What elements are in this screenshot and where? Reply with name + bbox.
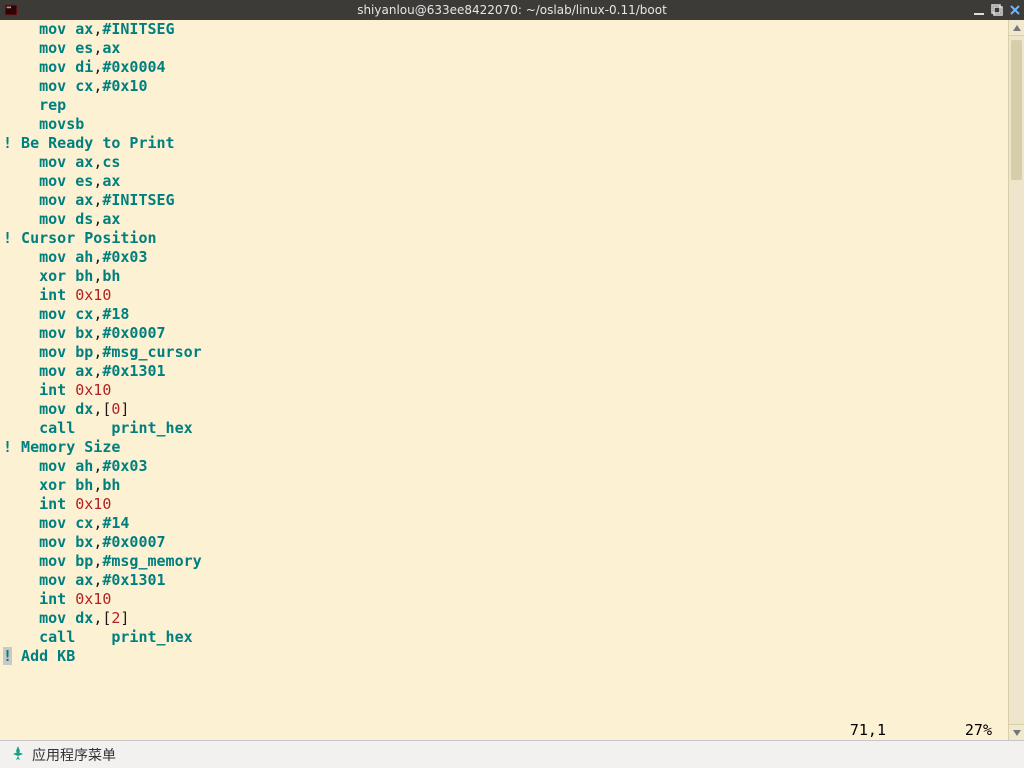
scrollbar-thumb[interactable]	[1011, 40, 1022, 180]
vim-status-line: 71,1 27%	[0, 721, 1006, 740]
code-line: mov ax,#0x1301	[0, 571, 1008, 590]
code-line: mov es,ax	[0, 172, 1008, 191]
code-line: int 0x10	[0, 495, 1008, 514]
terminal-app-icon	[2, 1, 20, 19]
code-line: mov ds,ax	[0, 210, 1008, 229]
window-close-button[interactable]	[1008, 3, 1022, 17]
scroll-percent: 27%	[965, 721, 992, 739]
code-line: mov ax,#INITSEG	[0, 20, 1008, 39]
code-line: int 0x10	[0, 381, 1008, 400]
code-line: mov ah,#0x03	[0, 248, 1008, 267]
code-line: mov cx,#0x10	[0, 77, 1008, 96]
cursor-position: 71,1	[850, 721, 886, 739]
scroll-up-button[interactable]	[1009, 20, 1024, 36]
code-line: mov bp,#msg_cursor	[0, 343, 1008, 362]
scroll-down-button[interactable]	[1009, 724, 1024, 740]
window-minimize-button[interactable]	[972, 3, 986, 17]
code-line: mov ax,#0x1301	[0, 362, 1008, 381]
code-line: mov dx,[0]	[0, 400, 1008, 419]
code-line: ! Memory Size	[0, 438, 1008, 457]
vertical-scrollbar[interactable]	[1008, 20, 1024, 740]
code-line: mov cx,#14	[0, 514, 1008, 533]
code-line: mov dx,[2]	[0, 609, 1008, 628]
code-line: mov ax,#INITSEG	[0, 191, 1008, 210]
code-line: mov cx,#18	[0, 305, 1008, 324]
code-line: int 0x10	[0, 286, 1008, 305]
editor-area[interactable]: mov ax,#INITSEG mov es,ax mov di,#0x0004…	[0, 20, 1008, 740]
code-line: int 0x10	[0, 590, 1008, 609]
terminal-content[interactable]: mov ax,#INITSEG mov es,ax mov di,#0x0004…	[0, 20, 1024, 740]
code-line: mov di,#0x0004	[0, 58, 1008, 77]
code-line: rep	[0, 96, 1008, 115]
code-line: ! Cursor Position	[0, 229, 1008, 248]
window-title: shiyanlou@633ee8422070: ~/oslab/linux-0.…	[357, 3, 667, 17]
code-line: ! Add KB	[0, 647, 1008, 666]
applications-menu-button[interactable]: 应用程序菜单	[0, 741, 126, 768]
window-titlebar[interactable]: shiyanlou@633ee8422070: ~/oslab/linux-0.…	[0, 0, 1024, 20]
code-line: xor bh,bh	[0, 267, 1008, 286]
code-line: call print_hex	[0, 419, 1008, 438]
applications-menu-icon	[10, 745, 26, 765]
window-maximize-button[interactable]	[990, 3, 1004, 17]
code-line: mov bx,#0x0007	[0, 533, 1008, 552]
code-line: mov ax,cs	[0, 153, 1008, 172]
applications-menu-label: 应用程序菜单	[32, 745, 116, 765]
taskbar[interactable]: 应用程序菜单	[0, 740, 1024, 768]
code-line: call print_hex	[0, 628, 1008, 647]
code-line: movsb	[0, 115, 1008, 134]
code-line: mov ah,#0x03	[0, 457, 1008, 476]
code-line: mov bp,#msg_memory	[0, 552, 1008, 571]
code-line: ! Be Ready to Print	[0, 134, 1008, 153]
code-line: mov es,ax	[0, 39, 1008, 58]
code-line: mov bx,#0x0007	[0, 324, 1008, 343]
code-line: xor bh,bh	[0, 476, 1008, 495]
